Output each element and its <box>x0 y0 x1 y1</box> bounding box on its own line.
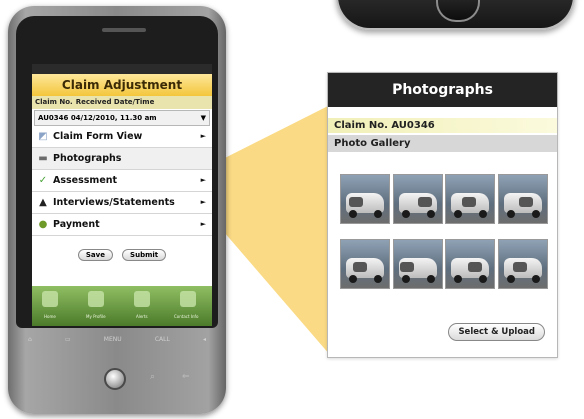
dock-alerts-icon[interactable] <box>134 291 150 307</box>
phone-screen: Claim Adjustment Claim No. Received Date/… <box>32 64 212 326</box>
android-phone: Claim Adjustment Claim No. Received Date/… <box>8 6 226 414</box>
chevron-right-icon: ► <box>200 220 206 228</box>
menu-item-assessment[interactable]: ✓ Assessment ► <box>32 170 212 192</box>
search-key-icon[interactable]: ⌕ <box>150 372 155 382</box>
dock-label: My Profile <box>86 314 106 319</box>
photo-row <box>340 239 548 289</box>
claim-menu: ◩ Claim Form View ► ▬ Photographs ✓ Assessm… <box>32 126 212 236</box>
dock-label: Alerts <box>136 314 148 319</box>
form-buttons: Save Submit <box>32 242 212 261</box>
check-icon: ✓ <box>38 175 48 186</box>
dock-label: Home <box>44 314 56 319</box>
hardware-keys: ⌂ ▭ MENU CALL ◂ <box>28 336 206 352</box>
claim-no-header: Claim No. <box>35 98 73 106</box>
menu-item-interviews-statements[interactable]: ▲ Interviews/Statements ► <box>32 192 212 214</box>
photo-thumbnail[interactable] <box>497 239 548 289</box>
selected-date: 04/12/2010, 11.30 am <box>70 114 157 122</box>
menu-item-claim-form-view[interactable]: ◩ Claim Form View ► <box>32 126 212 148</box>
window-key-icon[interactable]: ▭ <box>65 336 71 352</box>
photo-thumbnail[interactable] <box>445 239 496 289</box>
dropdown-arrow-icon: ▼ <box>200 114 206 122</box>
claim-select-dropdown[interactable]: AU0346 04/12/2010, 11.30 am ▼ <box>34 110 210 126</box>
bottom-dock: Home My Profile Alerts Contact Info <box>32 286 212 326</box>
speaker-grille <box>102 28 146 32</box>
photo-thumbnail[interactable] <box>340 174 390 224</box>
home-key-icon[interactable]: ⌂ <box>28 336 32 352</box>
photo-thumbnail[interactable] <box>497 174 548 224</box>
select-upload-button[interactable]: Select & Upload <box>448 323 545 341</box>
status-bar <box>32 64 212 74</box>
claim-list-header: Claim No. Received Date/Time <box>32 96 212 109</box>
trackball[interactable] <box>104 368 126 390</box>
chevron-right-icon: ► <box>200 176 206 184</box>
menu-key[interactable]: MENU <box>104 336 122 352</box>
form-icon: ◩ <box>38 131 48 142</box>
money-bag-icon: ● <box>38 219 48 230</box>
menu-item-payment[interactable]: ● Payment ► <box>32 214 212 236</box>
photographs-panel: Photographs Claim No. AU0346 Photo Galle… <box>327 72 558 358</box>
chevron-right-icon: ► <box>200 198 206 206</box>
photo-row <box>340 174 548 224</box>
photo-icon: ▬ <box>38 153 48 164</box>
photo-gallery-label: Photo Gallery <box>328 135 557 152</box>
app-title: Claim Adjustment <box>32 74 212 96</box>
selected-claim: AU0346 <box>38 114 69 122</box>
panel-claim-number: Claim No. AU0346 <box>328 118 557 133</box>
photo-thumbnail[interactable] <box>445 174 496 224</box>
back-arrow-key-icon[interactable]: ⇐ <box>182 372 190 382</box>
dock-profile-icon[interactable] <box>88 291 104 307</box>
received-header: Received Date/Time <box>75 98 155 106</box>
back-key-icon[interactable]: ◂ <box>203 336 206 352</box>
dock-contact-icon[interactable] <box>180 291 196 307</box>
photo-thumbnail[interactable] <box>392 174 443 224</box>
dock-label: Contact Info <box>174 314 199 319</box>
call-key[interactable]: CALL <box>155 336 170 352</box>
photo-thumbnail[interactable] <box>392 239 443 289</box>
save-button[interactable]: Save <box>77 249 113 261</box>
dock-home-icon[interactable] <box>42 291 58 307</box>
photo-thumbnail[interactable] <box>340 239 390 289</box>
menu-item-photographs[interactable]: ▬ Photographs <box>32 148 212 170</box>
chevron-right-icon: ► <box>200 132 206 140</box>
person-icon: ▲ <box>39 197 47 208</box>
submit-button[interactable]: Submit <box>122 249 167 261</box>
panel-title: Photographs <box>328 73 557 107</box>
